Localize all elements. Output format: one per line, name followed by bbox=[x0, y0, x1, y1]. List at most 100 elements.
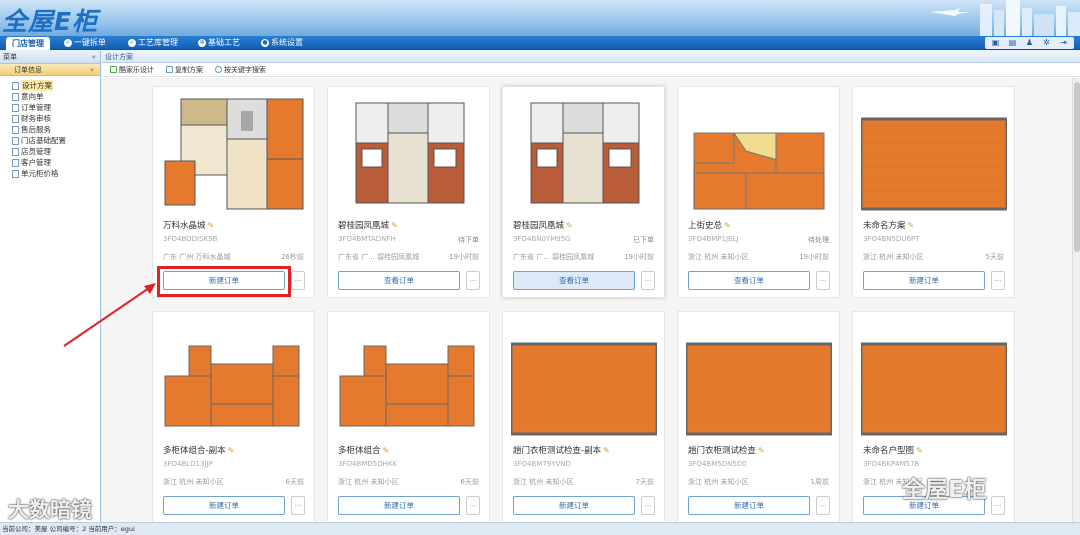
floor-plan-thumbnail[interactable] bbox=[511, 316, 657, 436]
order-button[interactable]: 新建订单 bbox=[513, 496, 635, 515]
design-plan-card[interactable]: 趟门衣柜测试检查-副本 ✎ 3FO4BM79YVND 浙江 杭州 未知小区 7天前… bbox=[502, 311, 665, 522]
user-icon[interactable]: ♟ bbox=[1025, 38, 1034, 47]
edit-pencil-icon[interactable]: ✎ bbox=[383, 446, 390, 455]
order-button[interactable]: 新建订单 bbox=[688, 496, 810, 515]
order-button[interactable]: 新建订单 bbox=[163, 496, 285, 515]
document-icon bbox=[12, 169, 19, 178]
sidebar-item-order-management[interactable]: 订单管理 bbox=[12, 102, 100, 113]
sidebar-item-label: 售后服务 bbox=[21, 125, 51, 134]
screen-icon[interactable]: ▣ bbox=[991, 38, 1000, 47]
tool-label: 酷家乐设计 bbox=[119, 65, 154, 74]
vertical-scrollbar[interactable] bbox=[1072, 78, 1080, 522]
nav-tab-one-click-split[interactable]: ✓ 一键拆单 bbox=[64, 37, 106, 49]
more-options-button[interactable]: ... bbox=[991, 271, 1005, 290]
document-icon bbox=[12, 136, 19, 145]
more-options-button[interactable]: ... bbox=[816, 271, 830, 290]
sidebar-item-finance-review[interactable]: 财务审核 bbox=[12, 113, 100, 124]
sidebar-item-design-plan[interactable]: 设计方案 bbox=[12, 80, 100, 91]
design-plan-card[interactable]: 未命名方案 ✎ 3FO4BN5DU6PT 浙江 杭州 未知小区 5天前 新建订单 … bbox=[852, 86, 1015, 298]
design-plan-card[interactable]: 趟门衣柜测试检查 ✎ 3FO4BM5DN5D0 浙江 杭州 未知小区 1周前 新建… bbox=[677, 311, 840, 522]
plan-name: 趟门衣柜测试检查-副本 ✎ bbox=[513, 444, 610, 456]
sidebar-item-after-sales[interactable]: 售后服务 bbox=[12, 124, 100, 135]
scrollbar-thumb[interactable] bbox=[1074, 82, 1080, 252]
kujiale-design-button[interactable]: 酷家乐设计 bbox=[110, 65, 154, 75]
nav-tab-system-settings[interactable]: ● 系统设置 bbox=[261, 37, 303, 49]
sidebar-item-intention[interactable]: 意向单 bbox=[12, 91, 100, 102]
nav-tab-label: 基础工艺 bbox=[208, 38, 240, 47]
edit-pencil-icon[interactable]: ✎ bbox=[566, 221, 573, 230]
order-button[interactable]: 查看订单 bbox=[688, 271, 810, 290]
plan-name-text: 多柜体组合-副本 bbox=[163, 446, 226, 456]
status-bar: 当前公司：美屋 公司编号：2 当前用户：egui bbox=[0, 522, 1080, 535]
more-options-button[interactable]: ... bbox=[466, 496, 480, 515]
plan-location: 广东省 广... 碧桂园凤凰城 bbox=[338, 253, 420, 261]
floor-plan-thumbnail[interactable] bbox=[161, 91, 307, 211]
sidebar-title: 菜单 « bbox=[0, 51, 100, 64]
plan-time: 19小时前 bbox=[624, 253, 654, 261]
exit-icon[interactable]: ⇥ bbox=[1059, 38, 1068, 47]
floor-plan-thumbnail[interactable] bbox=[861, 316, 1007, 436]
order-button[interactable]: 新建订单 bbox=[338, 496, 460, 515]
sidebar-item-staff-management[interactable]: 店员管理 bbox=[12, 146, 100, 157]
more-options-button[interactable]: ... bbox=[991, 496, 1005, 515]
nav-tab-process-library[interactable]: ✓ 工艺库管理 bbox=[128, 37, 178, 49]
gear-icon[interactable]: ✲ bbox=[1042, 38, 1051, 47]
floor-plan-thumbnail[interactable] bbox=[336, 316, 482, 436]
plan-name-text: 上街史总 bbox=[688, 221, 723, 231]
add-icon bbox=[110, 66, 117, 73]
sidebar-section-order-info[interactable]: 订单信息 » bbox=[0, 64, 100, 76]
order-button[interactable]: 查看订单 bbox=[338, 271, 460, 290]
floor-plan-thumbnail[interactable] bbox=[686, 91, 832, 211]
order-button[interactable]: 查看订单 bbox=[513, 271, 635, 290]
edit-pencil-icon[interactable]: ✎ bbox=[208, 221, 215, 230]
edit-pencil-icon[interactable]: ✎ bbox=[758, 446, 765, 455]
edit-pencil-icon[interactable]: ✎ bbox=[908, 221, 915, 230]
floor-plan-thumbnail[interactable] bbox=[161, 316, 307, 436]
plan-code: 3FO4BN5DU6PT bbox=[863, 235, 920, 243]
plan-name: 碧桂园凤凰城 ✎ bbox=[513, 219, 573, 231]
order-button[interactable]: 新建订单 bbox=[863, 271, 985, 290]
calendar-icon[interactable]: ▤ bbox=[1008, 38, 1017, 47]
more-options-button[interactable]: ... bbox=[816, 496, 830, 515]
floor-plan-thumbnail[interactable] bbox=[861, 91, 1007, 211]
edit-pencil-icon[interactable]: ✎ bbox=[916, 446, 923, 455]
sidebar-item-unit-price[interactable]: 单元柜价格 bbox=[12, 168, 100, 179]
edit-pencil-icon[interactable]: ✎ bbox=[603, 446, 610, 455]
sidebar-item-store-config[interactable]: 门店基础配置 bbox=[12, 135, 100, 146]
more-options-button[interactable]: ... bbox=[291, 496, 305, 515]
plan-time: 6天前 bbox=[285, 478, 304, 486]
nav-tab-store-management[interactable]: 门店管理 bbox=[6, 37, 50, 50]
design-plan-card[interactable]: 多柜体组合-副本 ✎ 3FO4BLD13JJP 浙江 杭州 未知小区 6天前 新建… bbox=[152, 311, 315, 522]
section-toggle-icon[interactable]: » bbox=[90, 64, 94, 76]
floor-plan-thumbnail[interactable] bbox=[511, 91, 657, 211]
keyword-search-button[interactable]: 按关键字搜索 bbox=[215, 65, 266, 75]
design-plan-card[interactable]: 多柜体组合 ✎ 3FO4BMD5OHKK 浙江 杭州 未知小区 6天前 新建订单 … bbox=[327, 311, 490, 522]
floor-plan-thumbnail[interactable] bbox=[686, 316, 832, 436]
more-options-button[interactable]: ... bbox=[641, 496, 655, 515]
plan-location: 广东省 广... 碧桂园凤凰城 bbox=[513, 253, 595, 261]
more-options-button[interactable]: ... bbox=[291, 271, 305, 290]
document-icon bbox=[12, 114, 19, 123]
sidebar-item-label: 意向单 bbox=[21, 92, 44, 101]
design-plan-card[interactable]: 上街史总 ✎ 3FO4BMP1JELJ 待处理 浙江 杭州 未知小区 19小时前 … bbox=[677, 86, 840, 298]
floor-plan-thumbnail[interactable] bbox=[336, 91, 482, 211]
document-icon bbox=[12, 81, 19, 90]
edit-pencil-icon[interactable]: ✎ bbox=[228, 446, 235, 455]
watermark-right: 全屋E柜 bbox=[902, 477, 987, 503]
sidebar-item-customer-management[interactable]: 客户管理 bbox=[12, 157, 100, 168]
plan-name-text: 碧桂园凤凰城 bbox=[338, 221, 390, 231]
more-options-button[interactable]: ... bbox=[466, 271, 480, 290]
edit-pencil-icon[interactable]: ✎ bbox=[391, 221, 398, 230]
nav-tab-basic-process[interactable]: ✲ 基础工艺 bbox=[198, 37, 240, 49]
design-plan-card[interactable]: 碧桂园凤凰城 ✎ 3FO4BMTADNFH 待下单 广东省 广... 碧桂园凤凰城… bbox=[327, 86, 490, 298]
sidebar-item-label: 门店基础配置 bbox=[21, 136, 66, 145]
plan-location: 浙江 杭州 未知小区 bbox=[513, 478, 574, 486]
edit-pencil-icon[interactable]: ✎ bbox=[724, 221, 731, 230]
more-options-button[interactable]: ... bbox=[641, 271, 655, 290]
watermark-left: 大数暗镜 bbox=[8, 498, 92, 522]
copy-plan-button[interactable]: 复制方案 bbox=[166, 65, 203, 75]
plan-location: 浙江 杭州 未知小区 bbox=[688, 253, 749, 261]
document-icon bbox=[12, 125, 19, 134]
design-plan-card[interactable]: 碧桂园凤凰城 ✎ 3FO4BN0YM95G 已下单 广东省 广... 碧桂园凤凰城… bbox=[502, 86, 665, 298]
collapse-sidebar-icon[interactable]: « bbox=[92, 51, 96, 64]
